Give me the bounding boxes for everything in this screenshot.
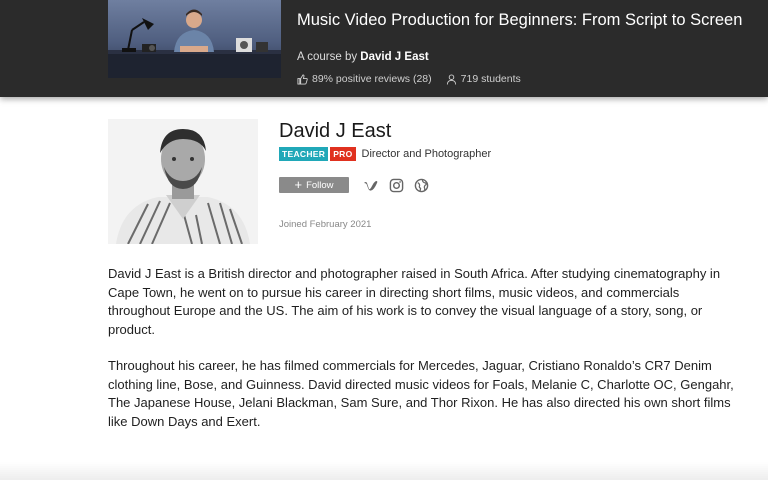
profile-badges: TEACHER PRO Director and Photographer bbox=[279, 147, 491, 161]
byline-author-link[interactable]: David J East bbox=[360, 51, 428, 63]
byline-prefix: A course by bbox=[297, 51, 358, 63]
bio-paragraph-2: Throughout his career, he has filmed com… bbox=[108, 358, 734, 429]
instagram-icon[interactable] bbox=[389, 178, 404, 193]
joined-date: Joined February 2021 bbox=[279, 219, 372, 230]
course-stats: 89% positive reviews (28) 719 students bbox=[297, 73, 535, 85]
follow-label: Follow bbox=[306, 179, 334, 191]
globe-icon[interactable] bbox=[414, 178, 429, 193]
avatar bbox=[108, 119, 258, 244]
profile-role: Director and Photographer bbox=[361, 148, 492, 160]
reviews-stat: 89% positive reviews (28) bbox=[297, 73, 432, 85]
plus-icon: + bbox=[294, 177, 303, 192]
course-thumbnail[interactable] bbox=[108, 0, 281, 78]
course-title[interactable]: Music Video Production for Beginners: Fr… bbox=[297, 10, 747, 31]
bio-paragraph-1: David J East is a British director and p… bbox=[108, 266, 721, 337]
footer-divider bbox=[0, 462, 768, 480]
social-links bbox=[363, 178, 439, 193]
follow-button[interactable]: + Follow bbox=[279, 177, 349, 193]
profile-actions: + Follow bbox=[279, 177, 439, 193]
pro-badge: PRO bbox=[330, 147, 356, 161]
course-header: Music Video Production for Beginners: Fr… bbox=[0, 0, 768, 97]
profile-photo bbox=[108, 119, 258, 244]
course-thumbnail-image bbox=[108, 9, 281, 78]
reviews-text: 89% positive reviews (28) bbox=[312, 73, 432, 85]
user-icon bbox=[446, 73, 456, 85]
vimeo-icon[interactable] bbox=[363, 179, 379, 191]
thumbs-up-icon bbox=[297, 73, 308, 85]
profile-name: David J East bbox=[279, 120, 392, 142]
course-byline: A course by David J East bbox=[297, 51, 429, 63]
students-stat: 719 students bbox=[446, 73, 521, 85]
students-text: 719 students bbox=[460, 73, 521, 85]
teacher-badge: TEACHER bbox=[279, 147, 329, 161]
